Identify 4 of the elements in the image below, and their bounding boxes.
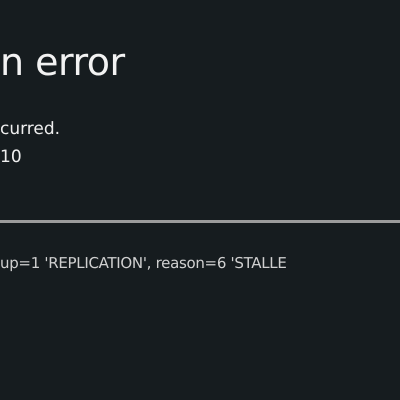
error-details: up=1 'REPLICATION', reason=6 'STALLE xyxy=(0,253,288,273)
error-title: n error xyxy=(0,39,126,86)
error-message: 10 xyxy=(0,146,23,168)
error-message: curred. xyxy=(0,118,62,140)
